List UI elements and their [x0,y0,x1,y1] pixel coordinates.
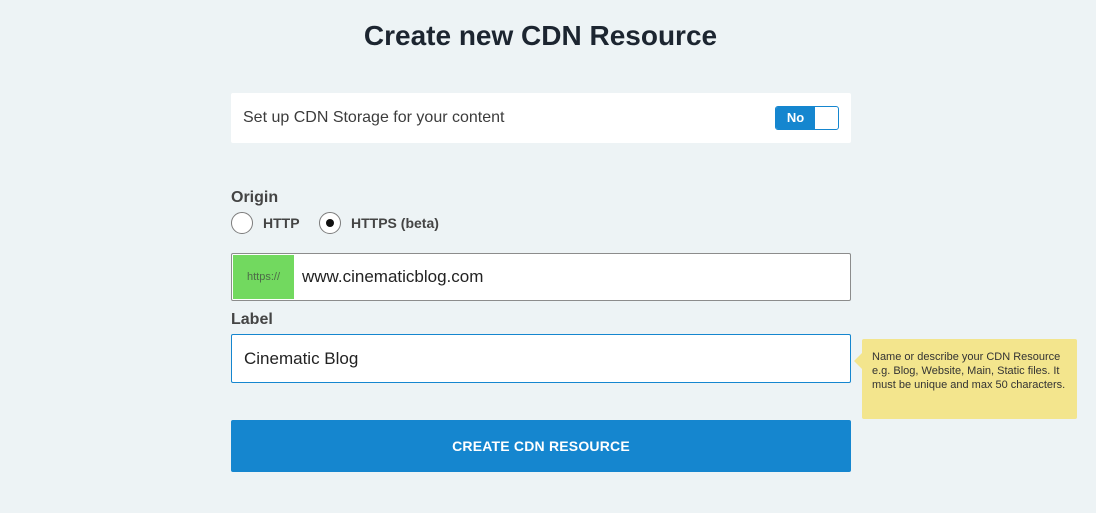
origin-url-input[interactable] [302,254,842,300]
create-cdn-resource-page: Create new CDN Resource Set up CDN Stora… [0,0,1096,513]
radio-option-https[interactable]: HTTPS (beta) [319,212,439,234]
label-tooltip: Name or describe your CDN Resource e.g. … [854,339,1077,419]
radio-https-label: HTTPS (beta) [351,215,439,231]
cdn-storage-text: Set up CDN Storage for your content [243,109,505,126]
label-field-label: Label [231,311,273,328]
radio-option-http[interactable]: HTTP [231,212,300,234]
radio-http-label: HTTP [263,215,300,231]
label-input[interactable] [231,334,851,383]
origin-url-field: https:// [231,253,851,301]
origin-label: Origin [231,189,279,206]
toggle-knob [815,108,837,128]
cdn-storage-toggle[interactable]: No [775,106,839,130]
cdn-storage-card: Set up CDN Storage for your content No [231,93,851,143]
radio-https[interactable] [319,212,341,234]
radio-http[interactable] [231,212,253,234]
toggle-state-label: No [776,107,815,129]
page-title: Create new CDN Resource [363,20,718,51]
create-cdn-resource-button[interactable]: CREATE CDN RESOURCE [231,420,851,472]
protocol-prefix: https:// [233,255,294,299]
